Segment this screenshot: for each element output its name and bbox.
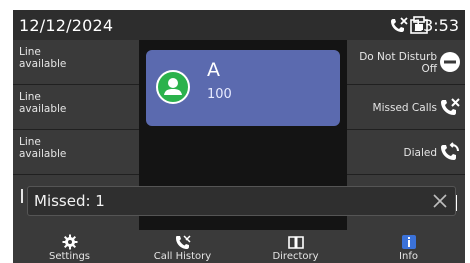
dnd-button[interactable]: Do Not Disturb Off — [347, 40, 465, 85]
nav-directory-label: Directory — [272, 251, 319, 262]
nav-directory[interactable]: Directory — [239, 230, 352, 263]
contact-number: 100 — [207, 87, 232, 102]
missed-call-status-icon — [391, 17, 408, 32]
line-key-label: Line available — [19, 46, 67, 70]
missed-call-icon — [441, 98, 460, 115]
dialed-label: Dialed — [403, 146, 437, 159]
missed-calls-label: Missed Calls — [372, 101, 437, 114]
dialed-button[interactable]: Dialed — [347, 130, 465, 175]
minus-circle-icon — [440, 52, 460, 72]
contact-card[interactable]: A 100 — [146, 50, 340, 126]
nav-info-label: Info — [399, 251, 418, 262]
toast-text: Missed: 1 — [34, 192, 105, 210]
line-key-4-partial-label — [21, 189, 23, 203]
missed-calls-toast[interactable]: Missed: 1 — [27, 186, 456, 216]
info-icon — [401, 235, 416, 249]
nav-info[interactable]: Info — [352, 230, 465, 263]
line-key-label: Line available — [19, 91, 67, 115]
status-time: 13:53 — [412, 16, 459, 35]
nav-settings[interactable]: Settings — [13, 230, 126, 263]
line-key-1[interactable]: Line available — [13, 40, 139, 85]
line-key-label: Line available — [19, 136, 67, 160]
status-bar: 12/12/2024 13:53 — [13, 10, 465, 40]
status-date: 12/12/2024 — [19, 16, 114, 35]
call-history-icon — [175, 235, 191, 249]
dnd-label: Do Not Disturb Off — [359, 50, 437, 75]
dialed-call-icon — [441, 142, 459, 160]
contact-name: A — [207, 59, 220, 81]
phone-screen: 12/12/2024 13:53 Line available Line ava… — [13, 10, 465, 263]
avatar-icon — [156, 70, 190, 104]
gear-icon — [62, 234, 77, 250]
nav-call-history[interactable]: Call History — [126, 230, 239, 263]
bottom-nav: Settings Call History Directory Info — [13, 230, 465, 263]
nav-call-history-label: Call History — [153, 251, 212, 262]
nav-settings-label: Settings — [48, 251, 90, 262]
line-key-2[interactable]: Line available — [13, 85, 139, 130]
missed-calls-button[interactable]: Missed Calls — [347, 85, 465, 130]
line-key-3[interactable]: Line available — [13, 130, 139, 175]
close-icon[interactable] — [431, 191, 449, 211]
book-icon — [287, 236, 304, 249]
